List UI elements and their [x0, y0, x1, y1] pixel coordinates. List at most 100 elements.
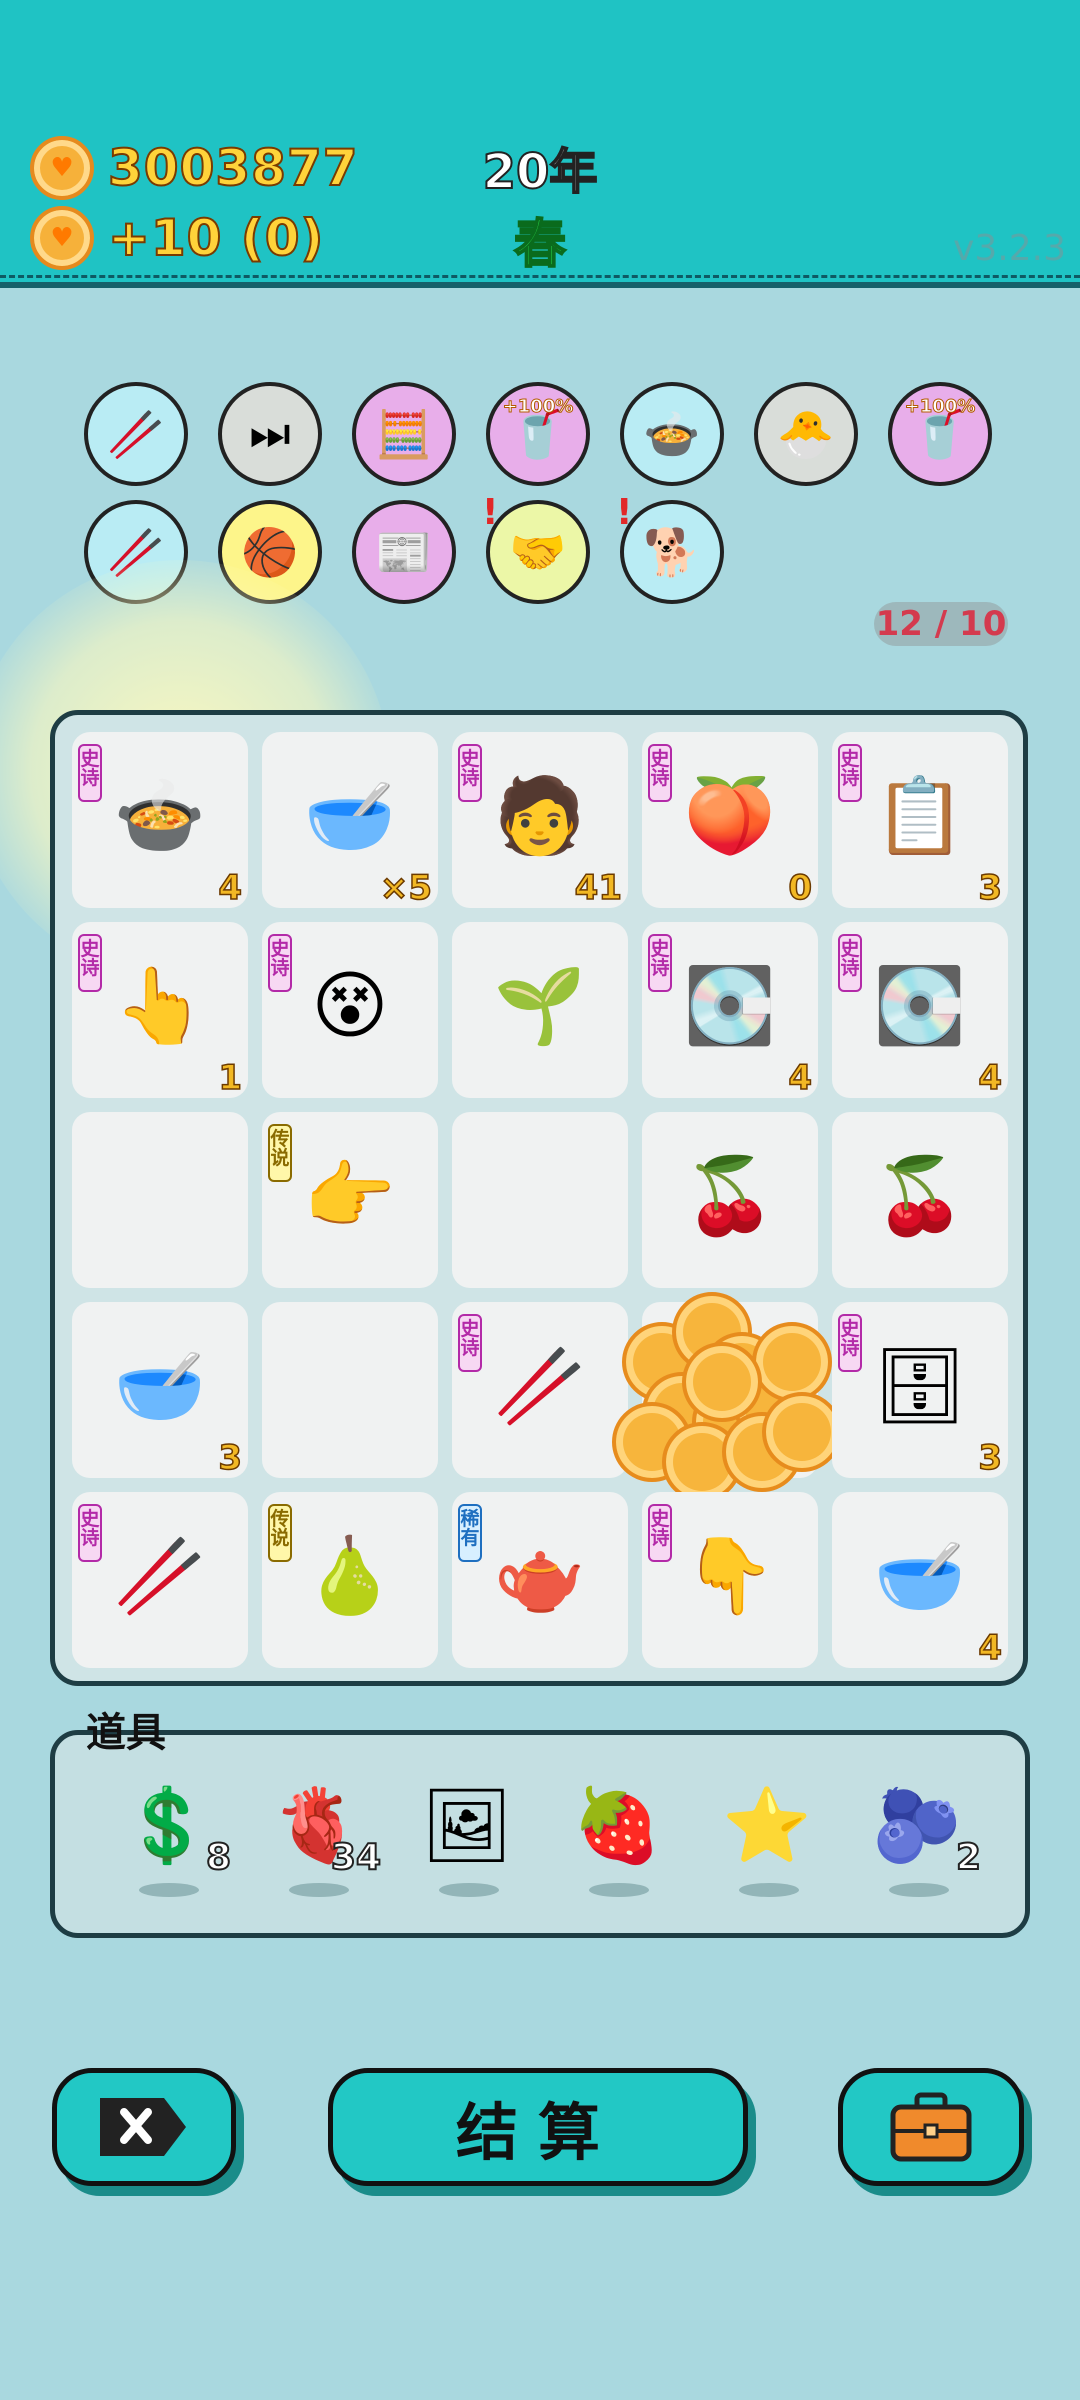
item-star[interactable]: ⭐	[705, 1775, 825, 1905]
slot-board: 史诗 🍲 4 🥣 ×5 史诗 🧑 41 史诗 🍑 0 史诗 📋 3 史诗 👆 1 史诗 😵 🌱 史诗 💽 4 史诗 💽 4 传说 👉 🍒…	[50, 710, 1028, 1686]
board-cell[interactable]: 🥣 3	[72, 1302, 248, 1479]
chopstick-2-icon: 🥢	[113, 1532, 207, 1619]
artifact-badge: +100%	[904, 396, 976, 418]
board-cell[interactable]	[72, 1112, 248, 1288]
item-blueberry[interactable]: 🫐 2	[855, 1775, 982, 1905]
board-cell[interactable]: 史诗 😵	[262, 922, 438, 1098]
cell-count: 3	[218, 1437, 243, 1479]
item-hand-frame[interactable]: 🖼	[405, 1775, 525, 1905]
board-cell[interactable]: 史诗 🍑 0	[642, 732, 818, 909]
tea-bowl-3-icon: 🥣	[873, 1532, 967, 1619]
artifact-time-magazine[interactable]: 📰	[352, 500, 456, 604]
golden-berries-icon: 🍐	[303, 1532, 397, 1619]
board-cell[interactable]	[612, 1292, 842, 1502]
item-shadow	[289, 1883, 349, 1897]
artifact-milk-tea-boost-2[interactable]: 🥤 +100%	[888, 382, 992, 486]
skip-heart-icon: ⏭	[249, 406, 291, 460]
rarity-tag: 史诗	[78, 1504, 102, 1562]
board-cell[interactable]: 🌱	[452, 922, 628, 1098]
rarity-tag: 史诗	[838, 1314, 862, 1372]
artifact-chick-egg[interactable]: 🐣	[754, 382, 858, 486]
tea-bowl-2-icon: 🥣	[113, 1342, 207, 1429]
teapot-icon: 🫖	[493, 1532, 587, 1619]
cell-count: 4	[978, 1057, 1003, 1099]
copy-paste-icon: 📋	[873, 772, 967, 859]
artifact-math-glasses[interactable]: 🧮	[352, 382, 456, 486]
board-cell[interactable]: 史诗 💽 4	[642, 922, 818, 1099]
rarity-tag: 史诗	[838, 934, 862, 992]
close-button[interactable]	[52, 2068, 236, 2186]
item-shadow	[439, 1883, 499, 1897]
cell-count: 4	[218, 867, 243, 909]
cell-count: 4	[788, 1057, 813, 1099]
board-cell[interactable]: 史诗 👇	[642, 1492, 818, 1668]
board-cell[interactable]: 史诗 📋 3	[832, 732, 1008, 909]
board-cell[interactable]	[452, 1112, 628, 1288]
rarity-tag: 史诗	[648, 744, 672, 802]
board-cell[interactable]: 🥣 ×5	[262, 732, 438, 909]
artifact-skip-heart[interactable]: ⏭	[218, 382, 322, 486]
item-count-badge: 12 / 10	[874, 602, 1008, 646]
cell-count: ×5	[379, 867, 433, 909]
rarity-tag: 传说	[268, 1504, 292, 1562]
board-cell[interactable]: 史诗 🥢	[72, 1492, 248, 1668]
board-cell[interactable]: 🍒	[832, 1112, 1008, 1288]
cell-count: 3	[978, 867, 1003, 909]
confused-face-icon: 😵	[311, 963, 389, 1049]
chick-pot-icon: 🍲	[643, 406, 701, 461]
coin-income: ♥ +10 (0)	[30, 206, 324, 270]
sprout-icon: 🌱	[493, 962, 587, 1049]
board-cell[interactable]: 🥣 4	[832, 1492, 1008, 1669]
rarity-tag: 传说	[268, 1124, 292, 1182]
chopsticks-icon: 🥢	[107, 406, 165, 461]
artifact-chopsticks[interactable]: 🥢	[84, 382, 188, 486]
board-cell[interactable]: 史诗 🥢	[452, 1302, 628, 1478]
artifact-handshake[interactable]: 🤝!	[482, 492, 590, 604]
heart-coin-icon: ♥	[30, 206, 94, 270]
coin-income-value: +10 (0)	[107, 208, 325, 268]
artifact-milk-tea-boost[interactable]: 🥤 +100%	[486, 382, 590, 486]
board-cell[interactable]	[262, 1302, 438, 1478]
chick-egg-icon: 🐣	[777, 406, 835, 461]
cell-count: 41	[574, 867, 623, 909]
rarity-tag: 史诗	[648, 1504, 672, 1562]
board-cell[interactable]: 稀有 🫖	[452, 1492, 628, 1668]
rarity-tag: 史诗	[268, 934, 292, 992]
heart-coin-icon: ♥	[30, 136, 94, 200]
cell-count: 0	[788, 867, 813, 909]
board-cell[interactable]: 史诗 👆 1	[72, 922, 248, 1099]
heart-coin-icon	[752, 1322, 832, 1402]
inventory-button[interactable]	[838, 2068, 1024, 2186]
item-dollar-coin[interactable]: 💲 8	[105, 1775, 232, 1905]
settle-button[interactable]: 结算	[328, 2068, 748, 2186]
blueberry-icon: 🫐	[872, 1782, 962, 1867]
board-cell[interactable]: 史诗 🗄 3	[832, 1302, 1008, 1479]
alert-icon: !	[616, 492, 633, 533]
briefcase-icon	[890, 2092, 972, 2162]
artifact-badge: +100%	[502, 396, 574, 418]
season-label: 春	[513, 214, 567, 276]
man-face-icon: 🧑	[493, 772, 587, 859]
year-label: 20年	[482, 143, 599, 201]
pointing-hand-up-icon: 👆	[113, 962, 207, 1049]
cell-count: 4	[978, 1627, 1003, 1669]
settle-button-label: 结算	[455, 2096, 620, 2169]
item-shadow	[739, 1883, 799, 1897]
heart-coin-icon	[682, 1342, 762, 1422]
board-cell[interactable]: 史诗 🍲 4	[72, 732, 248, 909]
heart-coin-icon	[762, 1392, 842, 1472]
math-glasses-icon: 🧮	[375, 406, 433, 461]
board-cell[interactable]: 史诗 💽 4	[832, 922, 1008, 1099]
item-liver[interactable]: 🫀 34	[255, 1775, 382, 1905]
rarity-tag: 史诗	[458, 1314, 482, 1372]
board-cell[interactable]: 传说 🍐	[262, 1492, 438, 1668]
graphics-card-2-icon: 💽	[873, 962, 967, 1049]
item-lychee[interactable]: 🍓	[555, 1775, 675, 1905]
artifact-chick-pot[interactable]: 🍲	[620, 382, 724, 486]
artifact-shiba-dog[interactable]: 🐕!	[616, 492, 724, 604]
board-cell[interactable]: 史诗 🧑 41	[452, 732, 628, 909]
rarity-tag: 史诗	[458, 744, 482, 802]
tea-bowl-icon: 🥣	[303, 772, 397, 859]
board-cell[interactable]: 传说 👉	[262, 1112, 438, 1288]
board-cell[interactable]: 🍒	[642, 1112, 818, 1288]
